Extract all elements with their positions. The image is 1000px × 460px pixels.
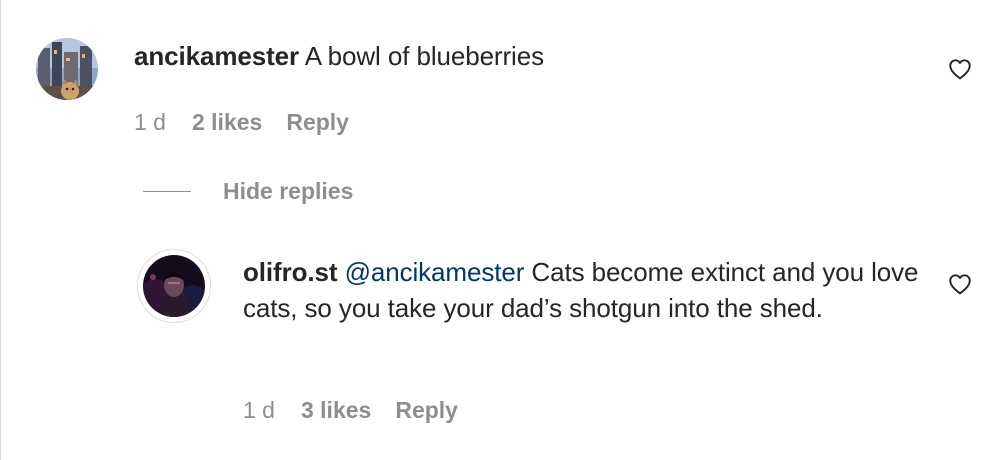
reply-meta: 1 d 3 likes Reply (243, 395, 458, 425)
avatar-ancikamester[interactable] (36, 38, 98, 100)
comment-text: ancikamester A bowl of blueberries (134, 38, 914, 74)
comment-reply-button[interactable]: Reply (286, 107, 349, 137)
city-street-avatar-image (36, 38, 98, 100)
reply-like-heart-icon[interactable] (947, 271, 973, 297)
reply-mention-link[interactable]: @ancikamester (345, 257, 525, 287)
comment-likes-link[interactable]: 2 likes (192, 107, 262, 137)
reply-text: olifro.st @ancikamester Cats become exti… (243, 254, 923, 326)
panel-left-border (0, 0, 1, 460)
reply-timestamp[interactable]: 1 d (243, 395, 275, 425)
dark-portrait-avatar-image (143, 255, 205, 317)
replies-divider-line (143, 191, 191, 192)
avatar-olifro-st[interactable] (137, 249, 211, 323)
heart-outline-icon (949, 59, 971, 80)
reply-reply-button[interactable]: Reply (395, 395, 458, 425)
reply-likes-link[interactable]: 3 likes (301, 395, 371, 425)
comment-body: A bowl of blueberries (299, 41, 544, 71)
comment-meta: 1 d 2 likes Reply (134, 107, 349, 137)
hide-replies-button[interactable]: Hide replies (223, 176, 353, 206)
heart-outline-icon (949, 274, 971, 295)
comment-timestamp[interactable]: 1 d (134, 107, 166, 137)
reply-username[interactable]: olifro.st (243, 257, 338, 287)
like-heart-icon[interactable] (947, 56, 973, 82)
comment-username[interactable]: ancikamester (134, 41, 299, 71)
